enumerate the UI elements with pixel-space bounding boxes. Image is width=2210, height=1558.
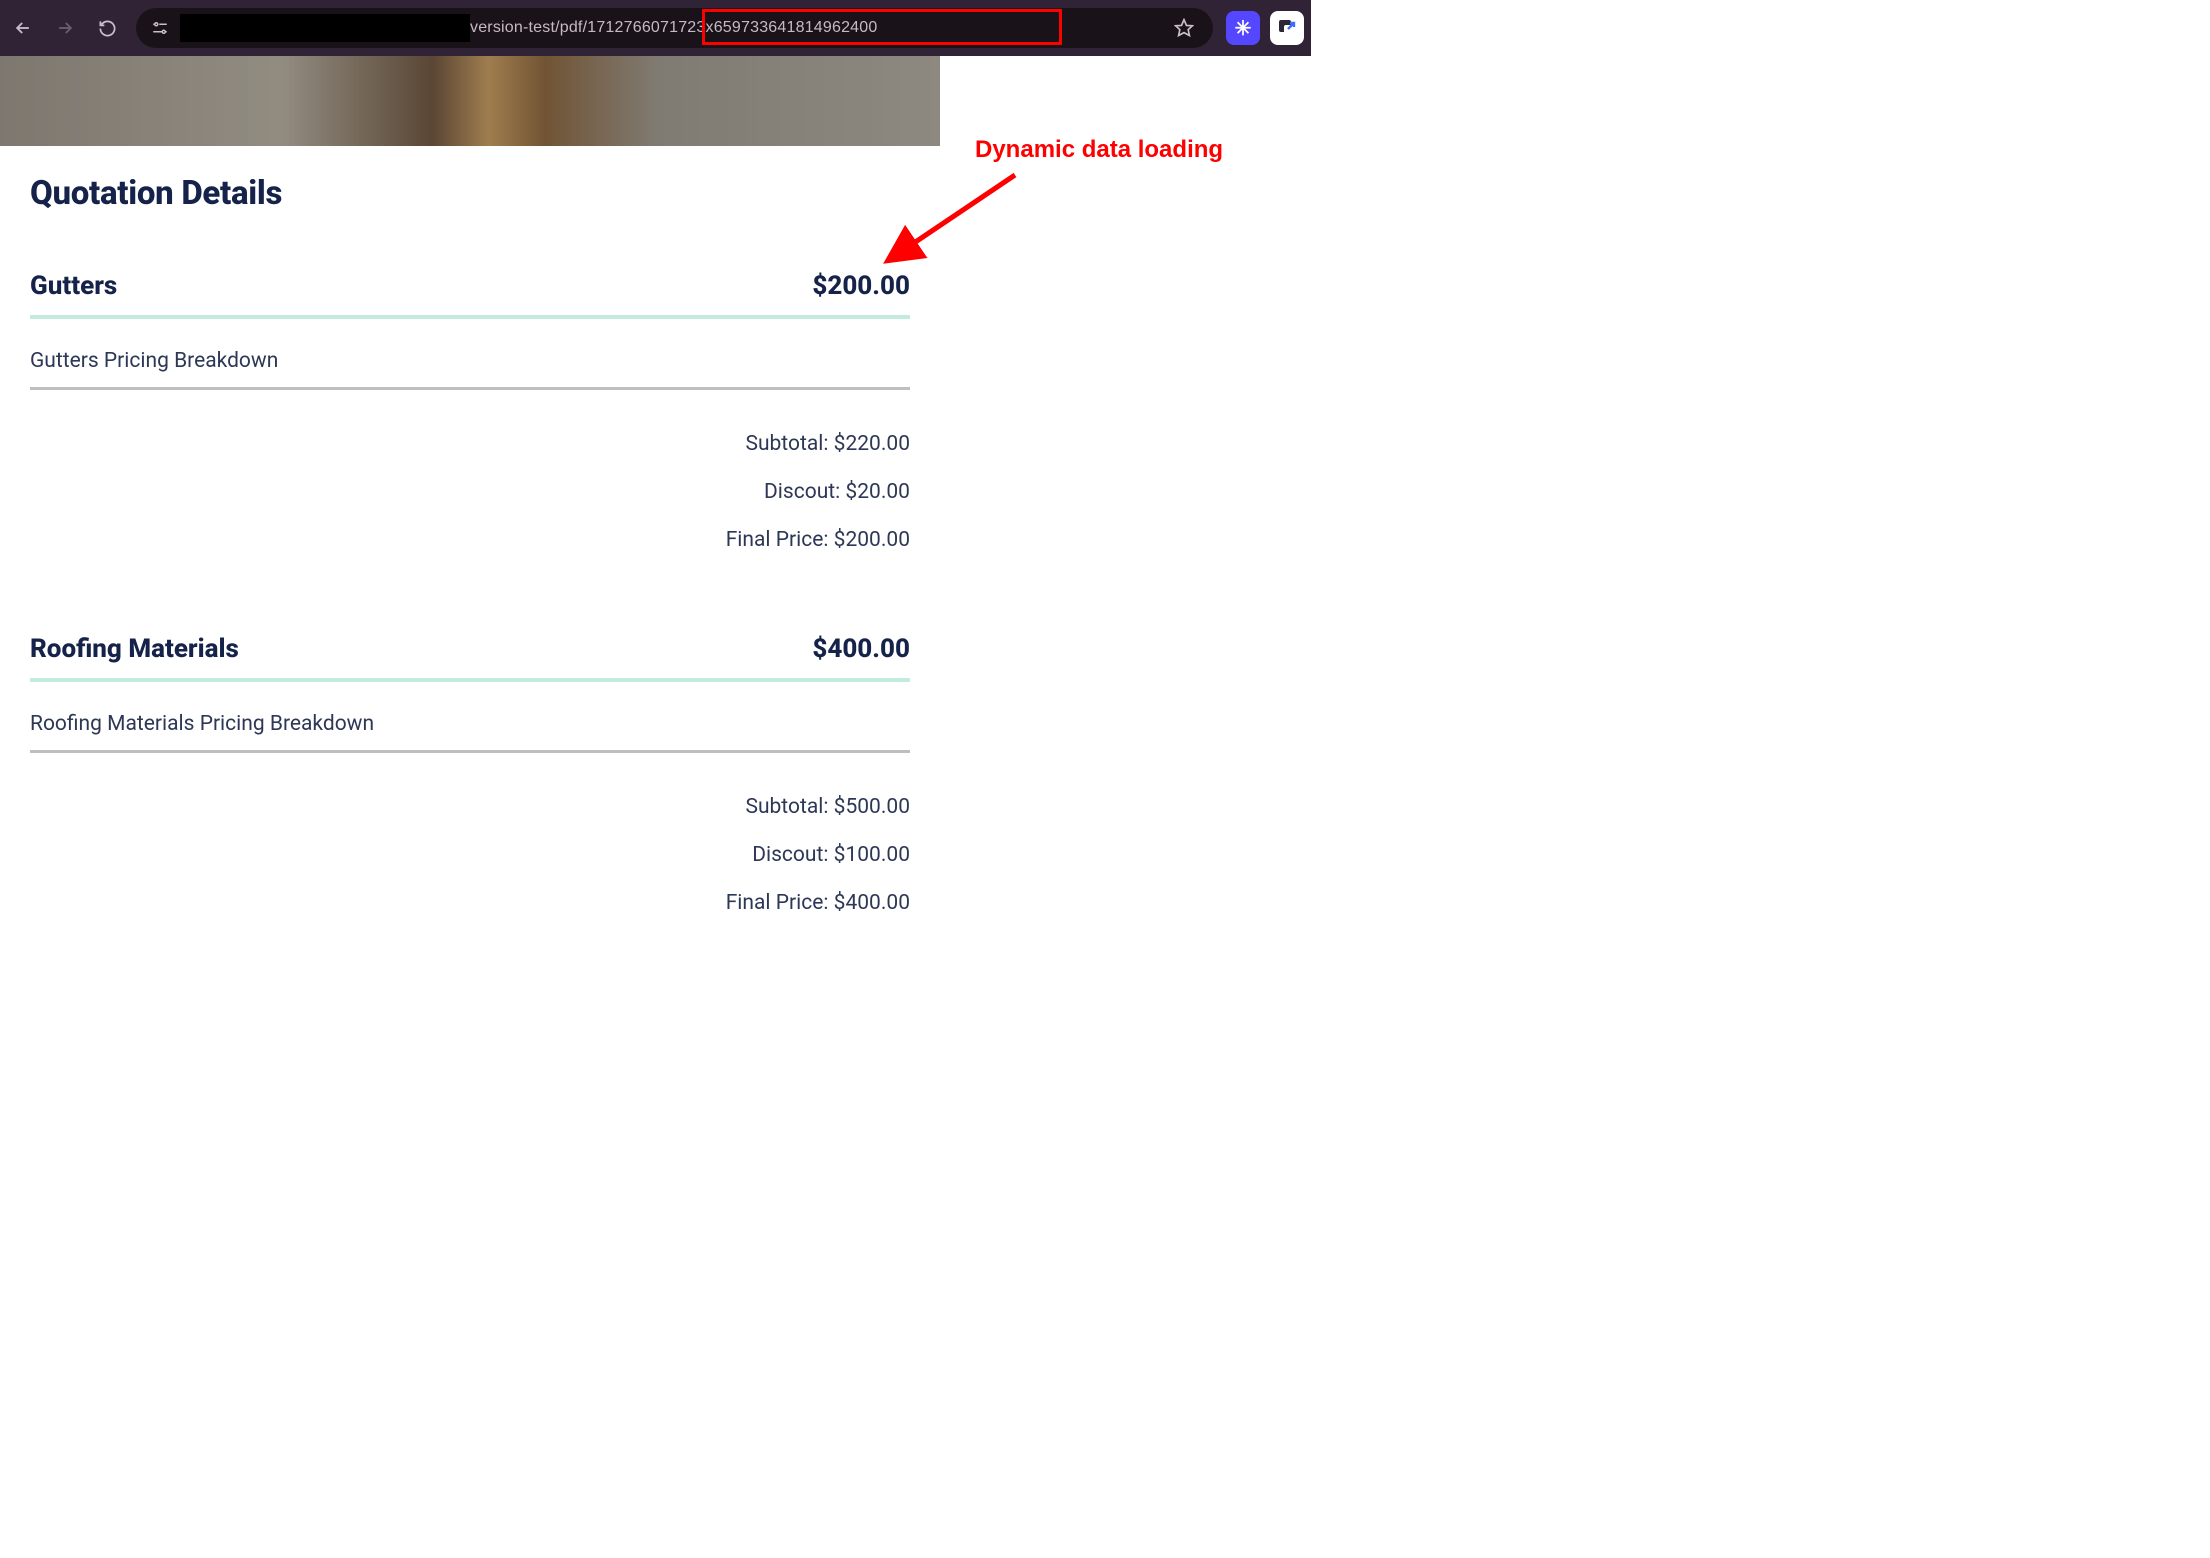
line-item-subtotal: Subtotal: $220.00 (30, 420, 910, 468)
asterisk-icon: ✳ (1235, 16, 1252, 40)
extension-button-1[interactable]: ✳ (1226, 11, 1260, 45)
quote-section-gutters: Gutters $200.00 Gutters Pricing Breakdow… (30, 271, 910, 564)
section-header: Gutters $200.00 (30, 271, 910, 319)
line-items: Subtotal: $220.00 Discout: $20.00 Final … (30, 390, 910, 564)
bookmark-star-icon[interactable] (1169, 13, 1199, 43)
annotation-label: Dynamic data loading (975, 136, 1223, 164)
breakdown-title: Roofing Materials Pricing Breakdown (30, 682, 910, 753)
site-settings-icon[interactable] (150, 18, 170, 38)
section-total: $200.00 (812, 271, 910, 301)
url-redacted (180, 14, 470, 42)
line-item-discount: Discout: $100.00 (30, 831, 910, 879)
address-bar[interactable]: version-test/pdf/1712766071723x659733641… (136, 8, 1213, 48)
line-item-final: Final Price: $400.00 (30, 879, 910, 927)
url-visible-segment: version-test/pdf/1712766071723x659733641… (470, 19, 877, 37)
page-content: Quotation Details Gutters $200.00 Gutter… (0, 146, 940, 927)
reload-button[interactable] (88, 9, 126, 47)
quote-section-roofing: Roofing Materials $400.00 Roofing Materi… (30, 634, 910, 927)
page-title: Quotation Details (30, 174, 910, 213)
section-header: Roofing Materials $400.00 (30, 634, 910, 682)
browser-toolbar: version-test/pdf/1712766071723x659733641… (0, 0, 1311, 56)
extension-button-2[interactable] (1270, 11, 1304, 45)
line-item-discount: Discout: $20.00 (30, 468, 910, 516)
breakdown-title: Gutters Pricing Breakdown (30, 319, 910, 390)
hero-image (0, 56, 940, 146)
line-item-final: Final Price: $200.00 (30, 516, 910, 564)
section-name: Gutters (30, 271, 117, 301)
forward-button[interactable] (46, 9, 84, 47)
section-name: Roofing Materials (30, 634, 239, 664)
section-total: $400.00 (812, 634, 910, 664)
back-button[interactable] (4, 9, 42, 47)
line-items: Subtotal: $500.00 Discout: $100.00 Final… (30, 753, 910, 927)
line-item-subtotal: Subtotal: $500.00 (30, 783, 910, 831)
